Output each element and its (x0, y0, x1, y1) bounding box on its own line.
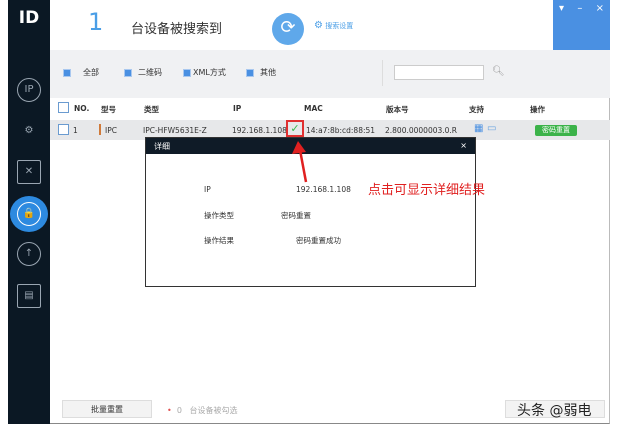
col-support: 支持 (469, 105, 484, 114)
password-reset-icon[interactable]: 🔒 (17, 202, 41, 226)
cell-version: 2.800.0000003.0.R (385, 126, 458, 135)
col-model: 型号 (101, 105, 116, 114)
refresh-icon: ⟳ (280, 17, 296, 38)
close-icon[interactable]: × (596, 3, 604, 14)
batch-reset-button[interactable]: 批量重置 (62, 400, 152, 418)
col-action: 操作 (530, 105, 545, 114)
search-input[interactable] (394, 65, 484, 80)
filter-label: 全部 (83, 68, 99, 77)
filter-label: 二维码 (138, 68, 162, 77)
row-checkbox[interactable] (58, 124, 69, 135)
sidebar: ID IP ⚙ ✕ 🔒 ↑ ▤ (8, 0, 50, 424)
filter-label: XML方式 (193, 68, 226, 77)
select-all-checkbox[interactable] (58, 102, 69, 113)
cell-model: IPC (105, 126, 117, 135)
annotation-arrow (292, 141, 308, 183)
annotation-text: 点击可显示详细结果 (368, 183, 486, 198)
upgrade-icon[interactable]: ↑ (17, 242, 41, 266)
col-type: 类型 (144, 105, 159, 114)
checkbox[interactable] (63, 68, 71, 77)
result-check-button[interactable]: ✓ (286, 120, 304, 137)
window-controls: ▾ – × (553, 0, 610, 50)
selected-count: 0 (176, 406, 182, 415)
checkbox[interactable] (246, 68, 254, 77)
field-label: 操作结果 (204, 236, 234, 245)
minimize-icon[interactable]: – (577, 3, 582, 14)
search-settings-label: 搜索设置 (325, 22, 354, 30)
search-icon[interactable]: 🔍︎ (492, 66, 505, 77)
watermark: 头条 @弱电 (517, 403, 592, 419)
model-marker (99, 124, 101, 135)
xml-icon: ▭ (487, 123, 497, 134)
filter-label: 其他 (260, 68, 276, 77)
qrcode-icon: ▦ (474, 123, 484, 134)
found-label: 台设备被搜索到 (131, 22, 223, 37)
filter-xml[interactable]: XML方式 (183, 67, 226, 78)
filter-qrcode[interactable]: 二维码 (124, 67, 162, 78)
selected-label: 台设备被勾选 (189, 406, 238, 415)
ip-icon[interactable]: IP (17, 78, 41, 102)
cell-type: IPC-HFW5631E-Z (143, 126, 207, 135)
dialog-close-icon[interactable]: × (460, 141, 467, 151)
cell-ip: 192.168.1.108 (232, 126, 287, 135)
field-label: IP (204, 185, 211, 194)
cell-no: 1 (73, 126, 78, 135)
checkbox[interactable] (183, 68, 191, 77)
field-label: 操作类型 (204, 211, 234, 220)
app-logo: ID (18, 8, 40, 28)
divider (382, 60, 383, 86)
document-icon[interactable]: ▤ (17, 284, 41, 308)
table-header: NO. 型号 类型 IP MAC 版本号 支持 操作 (50, 98, 610, 118)
camera-settings-icon[interactable]: ⚙ (17, 120, 41, 144)
field-value: 密码重置 (281, 211, 311, 220)
col-no: NO. (74, 104, 90, 113)
config-icon[interactable]: ✕ (17, 160, 41, 184)
search-settings-link[interactable]: ⚙ 搜索设置 (314, 20, 353, 31)
status-dot: • (167, 406, 172, 415)
menu-dropdown-icon[interactable]: ▾ (559, 3, 564, 14)
col-version: 版本号 (386, 105, 409, 114)
col-ip: IP (233, 104, 242, 113)
dialog-title: 详细 (154, 142, 170, 151)
cell-mac: 14:a7:8b:cd:88:51 (306, 126, 376, 135)
selected-status: • 0 台设备被勾选 (167, 405, 238, 416)
filter-all[interactable]: 全部 (63, 67, 99, 78)
field-value: 密码重置成功 (296, 236, 341, 245)
checkbox[interactable] (124, 68, 132, 77)
refresh-button[interactable]: ⟳ (272, 13, 304, 45)
col-mac: MAC (304, 104, 323, 113)
device-count: 1 (88, 8, 104, 36)
filter-other[interactable]: 其他 (246, 67, 276, 78)
gear-icon: ⚙ (314, 20, 323, 31)
password-reset-button[interactable]: 密码重置 (535, 125, 577, 136)
